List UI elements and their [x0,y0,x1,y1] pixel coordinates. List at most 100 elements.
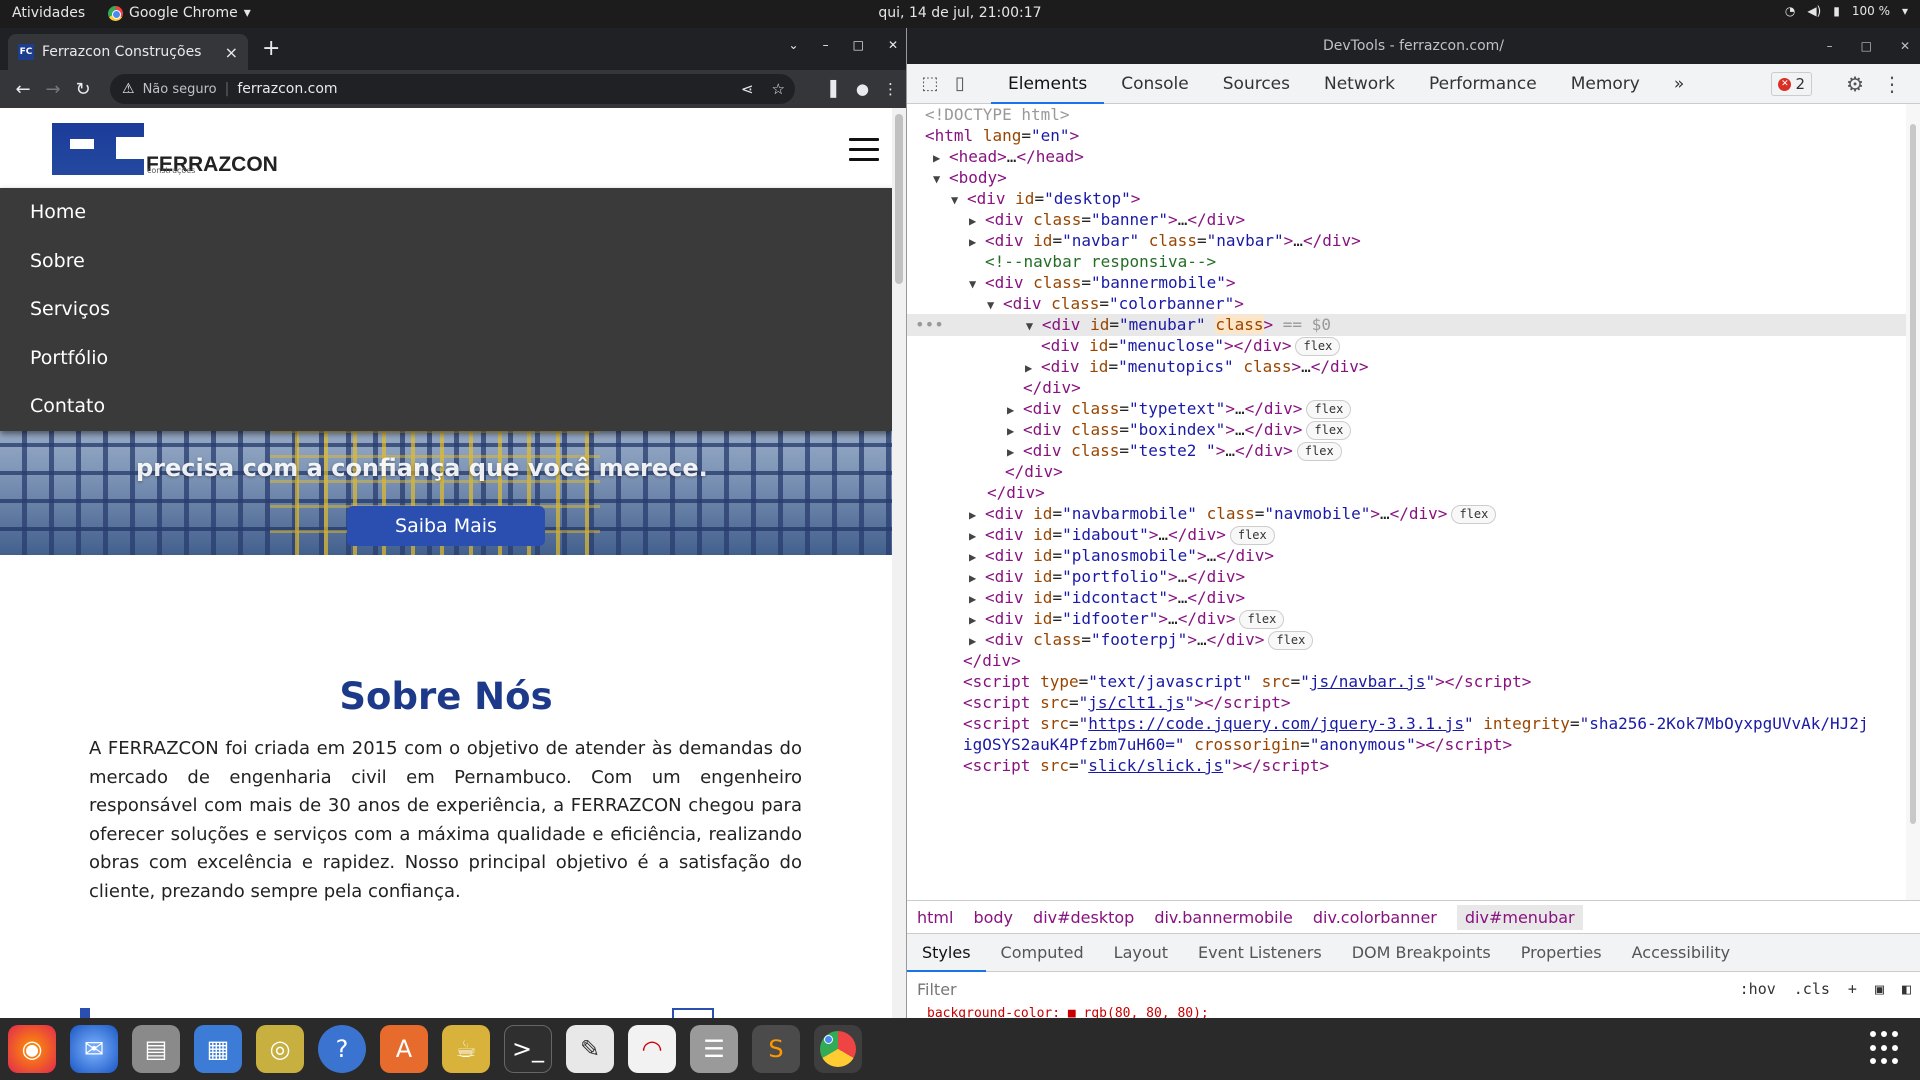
browser-tab[interactable]: FC Ferrazcon Construções × [8,34,248,70]
sublime-icon[interactable]: S [752,1025,800,1073]
breadcrumb-menubar[interactable]: div#menubar [1456,904,1583,930]
firefox-icon[interactable]: ◉ [8,1025,56,1073]
paint-icon[interactable]: ▣ [1875,980,1884,998]
tab-memory[interactable]: Memory [1554,64,1657,104]
inspect-element-icon[interactable]: ⬚ [915,73,945,94]
breadcrumb-html[interactable]: html [917,908,953,927]
expand-arrow-icon[interactable]: ▶ [1025,357,1041,379]
back-button[interactable]: ← [8,79,38,100]
minimize-button[interactable]: – [1827,28,1833,64]
dom-node[interactable]: <script type="text/javascript" src="js/n… [907,671,1907,693]
activities-button[interactable]: Atividades [12,5,85,21]
dom-node[interactable]: ▶ <div id="idabout">…</div> flex [907,524,1907,546]
tab-layout[interactable]: Layout [1099,934,1183,972]
dom-node[interactable]: <script src="js/clt1.js"></script> [907,692,1907,714]
dom-node[interactable]: <html lang="en"> [907,125,1907,147]
tab-search-icon[interactable]: ⌄ [789,38,799,52]
menu-dots-icon[interactable]: ⋮ [883,80,898,98]
share-icon[interactable]: ⋖ [741,80,754,98]
text-editor-icon[interactable]: ✎ [566,1025,614,1073]
saiba-mais-button[interactable]: Saiba Mais [347,506,545,546]
dom-scrollbar[interactable] [1906,104,1920,900]
expand-arrow-icon[interactable]: ▶ [969,210,985,232]
tab-computed[interactable]: Computed [986,934,1099,972]
collapse-arrow-icon[interactable]: ▼ [969,273,985,295]
wine-icon[interactable]: ☕ [442,1025,490,1073]
expand-arrow-icon[interactable]: ▶ [933,147,949,169]
security-label[interactable]: Não seguro [143,82,217,97]
dom-node[interactable]: ▼ <div class="colorbanner"> [907,293,1907,315]
dom-node[interactable]: ▶ <div class="footerpj">…</div> flex [907,629,1907,651]
system-tray[interactable]: ◔ ◀) ▮ 100 % ▾ [1785,4,1908,18]
dom-node[interactable]: ▶ <div class="typetext">…</div> flex [907,398,1907,420]
toggle-sidebar-icon[interactable]: ◧ [1902,980,1911,998]
flex-badge[interactable]: flex [1306,400,1352,419]
menu-item-portfolio[interactable]: Portfólio [0,334,892,383]
dom-node[interactable]: </div> [907,461,1907,483]
collapse-arrow-icon[interactable]: ▼ [951,189,967,211]
flex-badge[interactable]: flex [1296,442,1342,461]
close-window-button[interactable]: ✕ [888,38,898,52]
dom-node[interactable]: ▶ <div class="teste2 ">…</div> flex [907,440,1907,462]
dom-node-selected[interactable]: ••• ▼ <div id="menubar" class> == $0 [907,314,1907,336]
tab-elements[interactable]: Elements [991,64,1105,104]
expand-arrow-icon[interactable]: ▶ [969,630,985,652]
expand-arrow-icon[interactable]: ▶ [969,504,985,526]
filter-input[interactable]: Filter [917,980,957,999]
chrome-icon[interactable] [814,1025,862,1073]
collapse-arrow-icon[interactable]: ▼ [1026,315,1042,337]
error-badge[interactable]: ✕ 2 [1771,72,1812,96]
dom-node[interactable]: ▶ <div id="navbar" class="navbar">…</div> [907,230,1907,252]
close-window-button[interactable]: ✕ [1900,28,1910,64]
flex-badge[interactable]: flex [1451,505,1497,524]
dom-node[interactable]: ▶ <div id="planosmobile">…</div> [907,545,1907,567]
flex-badge[interactable]: flex [1295,337,1341,356]
close-tab-icon[interactable]: × [225,43,238,62]
address-bar[interactable]: ⚠ Não seguro | ferrazcon.com ⋖ ☆ [110,74,795,104]
device-toolbar-icon[interactable]: ▯ [945,73,975,94]
dom-node[interactable]: ▼ <div id="desktop"> [907,188,1907,210]
more-tabs-icon[interactable]: » [1657,64,1701,104]
scrollbar-thumb[interactable] [895,114,903,284]
show-applications-icon[interactable] [1870,1031,1900,1067]
url-text[interactable]: ferrazcon.com [237,81,337,97]
tab-network[interactable]: Network [1307,64,1412,104]
dom-node[interactable]: <script src="slick/slick.js"></script> [907,755,1907,777]
menu-item-servicos[interactable]: Serviços [0,285,892,334]
expand-arrow-icon[interactable]: ▶ [969,609,985,631]
dom-node[interactable]: </div> [907,482,1907,504]
menu-item-home[interactable]: Home [0,188,892,237]
dom-node[interactable]: ▶ <div class="boxindex">…</div> flex [907,419,1907,441]
scrollbar-thumb[interactable] [1910,124,1916,824]
document-viewer-icon[interactable]: ▦ [194,1025,242,1073]
tab-console[interactable]: Console [1104,64,1206,104]
forward-button[interactable]: → [38,79,68,100]
database-icon[interactable]: ☰ [690,1025,738,1073]
thunderbird-icon[interactable]: ✉ [70,1025,118,1073]
menu-item-sobre[interactable]: Sobre [0,237,892,286]
tab-styles[interactable]: Styles [907,934,986,972]
flex-badge[interactable]: flex [1268,631,1314,650]
reload-button[interactable]: ↻ [68,79,98,100]
new-rule-button[interactable]: + [1848,980,1857,998]
expand-arrow-icon[interactable]: ▶ [969,546,985,568]
software-icon[interactable]: A [380,1025,428,1073]
breadcrumb-colorbanner[interactable]: div.colorbanner [1313,908,1437,927]
tab-performance[interactable]: Performance [1412,64,1554,104]
site-logo[interactable]: FERRAZCON construções [52,123,278,175]
minimize-button[interactable]: – [823,38,829,52]
tab-dom-breakpoints[interactable]: DOM Breakpoints [1337,934,1506,972]
dom-node[interactable]: ▶ <div id="navbarmobile" class="navmobile… [907,503,1907,525]
flex-badge[interactable]: flex [1306,421,1352,440]
expand-arrow-icon[interactable]: ▶ [969,567,985,589]
tab-event-listeners[interactable]: Event Listeners [1183,934,1337,972]
maximize-button[interactable]: □ [853,38,864,52]
ellipsis-icon[interactable]: ••• [915,315,944,334]
expand-arrow-icon[interactable]: ▶ [1007,420,1023,442]
expand-arrow-icon[interactable]: ▶ [1007,399,1023,421]
dom-node[interactable]: <script src="https://code.jquery.com/jqu… [907,713,1907,735]
bookmark-star-icon[interactable]: ☆ [772,80,785,98]
page-scrollbar[interactable] [892,108,906,1018]
pdf-icon[interactable]: ◠ [628,1025,676,1073]
dom-node[interactable]: ▶ <div class="banner">…</div> [907,209,1907,231]
